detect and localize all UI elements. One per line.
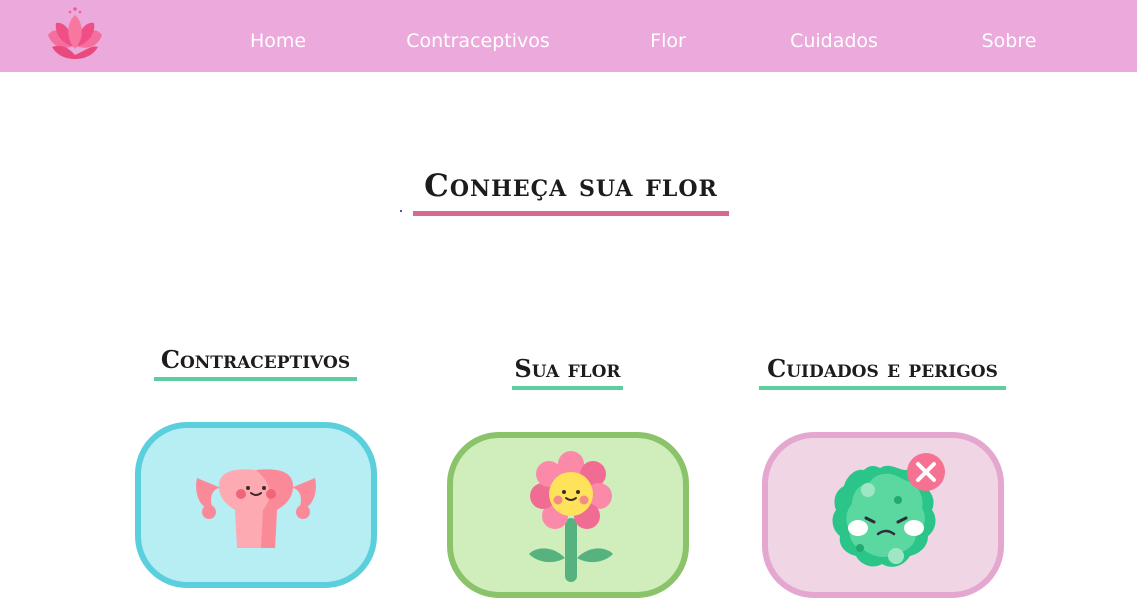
section-title-sua-flor: Sua flor <box>514 354 621 383</box>
navbar: Home Contraceptivos Flor Cuidados Sobre <box>0 0 1137 72</box>
section-underline <box>759 386 1006 390</box>
section-title-contraceptivos: Contraceptivos <box>160 345 351 374</box>
nav-link-sobre[interactable]: Sobre <box>982 30 1037 54</box>
uterus-icon <box>196 469 316 548</box>
decorative-dot <box>400 210 402 212</box>
section-underline <box>154 377 357 381</box>
virus-icon <box>832 453 945 567</box>
contraceptivos-card[interactable] <box>135 422 377 588</box>
section-underline <box>512 386 623 390</box>
nav-link-flor[interactable]: Flor <box>650 30 686 54</box>
cuidados-e-perigos-card[interactable] <box>762 432 1004 598</box>
flower-icon <box>529 451 613 582</box>
lotus-icon[interactable] <box>44 5 106 61</box>
nav-link-contraceptivos[interactable]: Contraceptivos <box>406 30 550 54</box>
nav-link-cuidados[interactable]: Cuidados <box>790 30 878 54</box>
nav-link-home[interactable]: Home <box>250 30 306 54</box>
page-title: Conheça sua flor <box>424 168 718 204</box>
page-title-underline <box>413 211 729 216</box>
sua-flor-card[interactable] <box>447 432 689 598</box>
section-title-cuidados-e-perigos: Cuidados e perigos <box>767 354 998 383</box>
